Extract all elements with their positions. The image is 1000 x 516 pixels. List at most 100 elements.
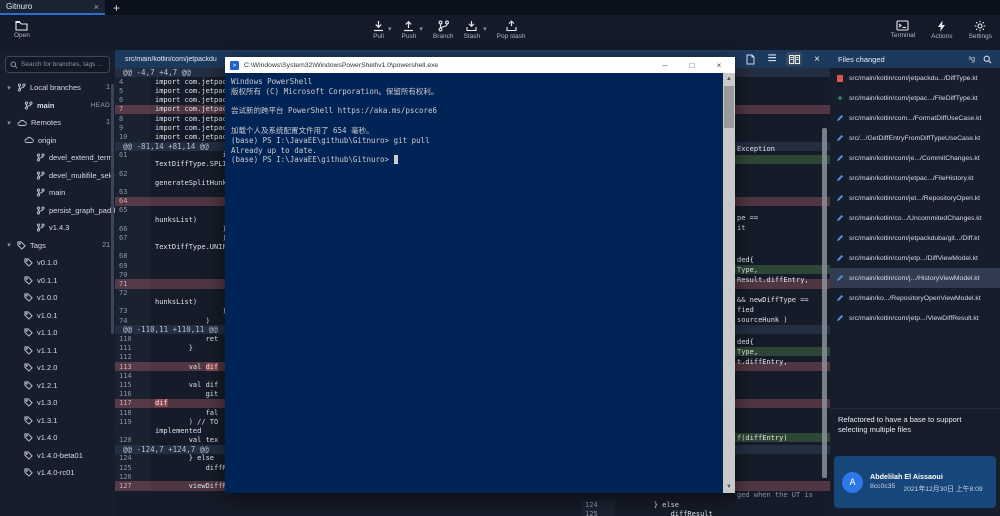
powershell-window[interactable]: > C:\Windows\System32\WindowsPowerShell\… <box>225 57 735 493</box>
push-options-chevron-icon[interactable]: ▾ <box>419 25 423 40</box>
remote-branches-list: devel_extend_terminadevel_multifile_sele… <box>0 149 115 237</box>
branch-button[interactable]: Branch <box>433 20 454 40</box>
text-diff-icon[interactable] <box>742 52 758 66</box>
search-icon[interactable] <box>983 55 992 64</box>
text-filter-icon[interactable]: ᵃg <box>969 56 976 63</box>
new-tab-button[interactable]: + <box>105 0 128 15</box>
chevron-down-icon[interactable]: ▾ <box>5 241 13 249</box>
sidebar-item-main-branch[interactable]: main HEAD <box>0 97 115 115</box>
pop-stash-button[interactable]: Pop stash <box>497 20 526 40</box>
sidebar-item-tag[interactable]: v0.1.0 <box>0 254 115 272</box>
changed-file-row[interactable]: src/main/kotlin/com/jet.../RepositoryOpe… <box>830 188 1000 208</box>
tags-list: v0.1.0v0.1.1v1.0.0v1.0.1v1.1.0v1.1.1v1.2… <box>0 254 115 482</box>
changed-file-row[interactable]: src/.../GetDiffEntryFromDiffTypeUseCase.… <box>830 128 1000 148</box>
sidebar-item-tag[interactable]: v1.0.1 <box>0 307 115 325</box>
lightning-icon <box>936 20 947 32</box>
scroll-up-icon[interactable]: ▲ <box>723 73 735 85</box>
sidebar-item-remote-branch[interactable]: devel_extend_termina <box>0 149 115 167</box>
diff-line[interactable]: 125 diffResult <box>581 509 830 516</box>
terminal-icon <box>896 20 909 31</box>
settings-button[interactable]: Settings <box>969 20 993 40</box>
scrollbar-thumb[interactable] <box>724 86 734 128</box>
changed-files-list: src/main/kotlin/com/jetpackdu.../DiffTyp… <box>830 68 1000 328</box>
line-number: 119 <box>115 417 150 426</box>
chevron-down-icon[interactable]: ▾ <box>5 119 13 127</box>
changed-file-row[interactable]: src/main/kotlin/com.../FormatDiffUseCase… <box>830 108 1000 128</box>
file-path: src/main/kotlin/com/jetpackdu.../DiffTyp… <box>849 75 978 82</box>
changed-file-row[interactable]: src/main/kotlin/com/jetpackduba/git.../D… <box>830 228 1000 248</box>
pull-options-chevron-icon[interactable]: ▾ <box>388 25 392 40</box>
changed-file-row[interactable]: src/main/kotlin/com/jetpac.../FileHistor… <box>830 168 1000 188</box>
repository-tab[interactable]: Gitnuro × <box>0 0 105 15</box>
close-tab-icon[interactable]: × <box>94 2 99 12</box>
push-button[interactable]: Push <box>402 20 417 40</box>
sidebar-item-tag[interactable]: v1.4.0-rc01 <box>0 464 115 482</box>
section-remotes[interactable]: ▾ Remotes 1 <box>0 114 115 132</box>
changed-file-row[interactable]: src/main/kotlin/com/j.../HistoryViewMode… <box>830 268 1000 288</box>
sidebar-scrollbar[interactable] <box>111 84 114 334</box>
commit-author-card[interactable]: A Abdelilah El Aissaoui 8cc0c35 2021年12月… <box>834 456 996 508</box>
line-number: 61 <box>115 151 150 160</box>
sidebar-item-tag[interactable]: v1.1.1 <box>0 342 115 360</box>
actions-button[interactable]: Actions <box>931 20 952 40</box>
sidebar-item-remote-branch[interactable]: main <box>0 184 115 202</box>
diff-scrollbar[interactable] <box>822 128 827 478</box>
split-view-icon[interactable] <box>786 52 802 66</box>
powershell-titlebar[interactable]: > C:\Windows\System32\WindowsPowerShell\… <box>225 57 735 73</box>
line-number: 127 <box>115 481 150 490</box>
search-input[interactable] <box>21 61 105 68</box>
close-diff-icon[interactable]: × <box>814 54 820 65</box>
modified-file-icon <box>836 274 844 282</box>
powershell-scrollbar[interactable]: ▲ ▼ <box>723 73 735 493</box>
maximize-icon[interactable]: □ <box>681 61 703 70</box>
tag-icon <box>24 311 33 320</box>
sidebar-item-tag[interactable]: v1.3.1 <box>0 412 115 430</box>
sidebar-item-tag[interactable]: v1.2.1 <box>0 377 115 395</box>
minimize-icon[interactable]: – <box>654 61 676 70</box>
close-icon[interactable]: × <box>708 61 730 70</box>
sidebar-item-remote-branch[interactable]: devel_multifile_select <box>0 167 115 185</box>
sidebar-item-tag[interactable]: v1.3.0 <box>0 394 115 412</box>
stash-button[interactable]: Stash <box>463 20 480 40</box>
diff-line[interactable]: 124 } else <box>581 500 830 509</box>
powershell-console[interactable]: Windows PowerShell版权所有 (C) Microsoft Cor… <box>225 73 735 493</box>
line-number: 126 <box>115 472 150 481</box>
modified-file-icon <box>836 174 844 182</box>
sidebar-item-tag[interactable]: v1.4.0 <box>0 429 115 447</box>
code-text: hunksList) <box>150 298 197 307</box>
open-repository-button[interactable]: Open <box>14 20 30 39</box>
file-path: src/main/kotlin/com/jet.../RepositoryOpe… <box>849 195 980 202</box>
sidebar-item-remote-branch[interactable]: v1.4.3 <box>0 219 115 237</box>
pull-button[interactable]: Pull <box>372 20 385 40</box>
changed-file-row[interactable]: src/main/kotlin/com/jetp.../ViewDiffResu… <box>830 308 1000 328</box>
branch-search-box[interactable] <box>5 56 110 73</box>
sidebar-item-tag[interactable]: v1.2.0 <box>0 359 115 377</box>
code-text: val tex <box>150 436 218 445</box>
changed-file-row[interactable]: src/main/ko.../RepositoryOpenViewModel.k… <box>830 288 1000 308</box>
scroll-down-icon[interactable]: ▼ <box>723 481 735 493</box>
code-text: diffResult <box>615 509 713 516</box>
sidebar-item-tag[interactable]: v1.4.0-beta01 <box>0 447 115 465</box>
stash-options-chevron-icon[interactable]: ▾ <box>483 25 487 40</box>
sidebar-item-remote-branch[interactable]: persist_graph_paddin <box>0 202 115 220</box>
sidebar-item-tag[interactable]: v0.1.1 <box>0 272 115 290</box>
terminal-button[interactable]: Terminal <box>891 20 916 40</box>
sidebar-item-tag[interactable]: v1.1.0 <box>0 324 115 342</box>
code-text <box>150 289 155 298</box>
changed-file-row[interactable]: src/main/kotlin/com/jetpackdu.../DiffTyp… <box>830 68 1000 88</box>
code-text: ) <box>150 224 227 233</box>
window-titlebar: Gitnuro × + <box>0 0 1000 15</box>
changed-file-row[interactable]: src/main/kotlin/com/jetp.../DiffViewMode… <box>830 248 1000 268</box>
chevron-down-icon[interactable]: ▾ <box>5 84 13 92</box>
section-tags[interactable]: ▾ Tags 21 <box>0 237 115 255</box>
line-number: 118 <box>115 408 150 417</box>
changed-file-row[interactable]: +src/main/kotlin/com/jetpac.../FileDiffT… <box>830 88 1000 108</box>
sidebar-item-tag[interactable]: v1.0.0 <box>0 289 115 307</box>
unified-view-icon[interactable]: ≡ <box>764 52 780 66</box>
head-badge: HEAD <box>91 102 110 109</box>
tag-label: v1.3.1 <box>37 416 57 425</box>
changed-file-row[interactable]: src/main/kotlin/com/je.../CommitChanges.… <box>830 148 1000 168</box>
section-local-branches[interactable]: ▾ Local branches 1 <box>0 79 115 97</box>
sidebar-item-origin[interactable]: origin <box>0 132 115 150</box>
changed-file-row[interactable]: src/main/kotlin/co.../UncommitedChanges.… <box>830 208 1000 228</box>
